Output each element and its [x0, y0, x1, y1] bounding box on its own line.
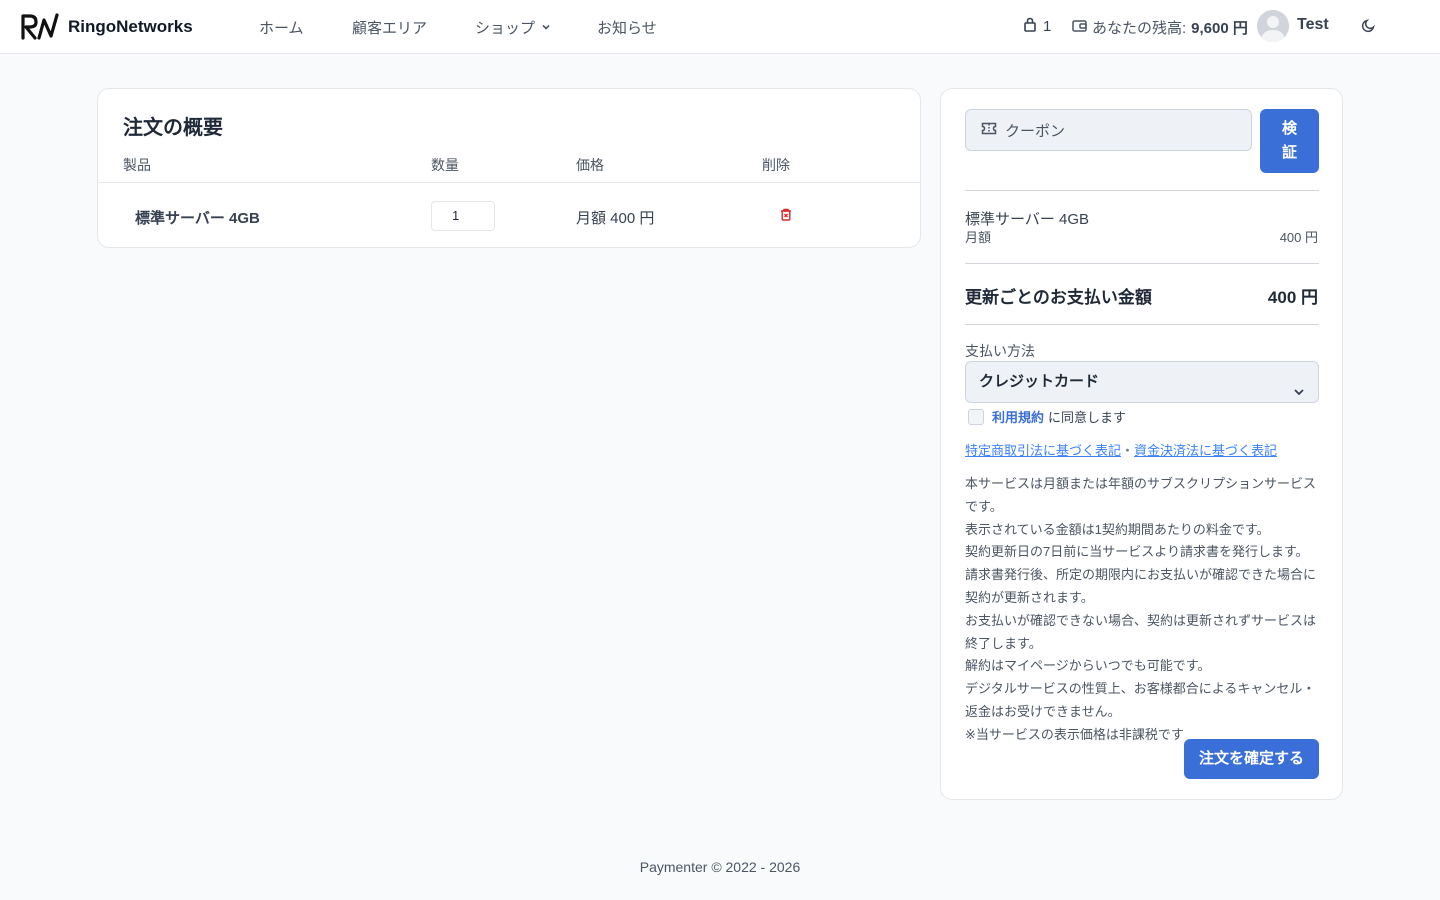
link-separator: ・: [1121, 443, 1135, 458]
order-summary-title: 注文の概要: [123, 117, 223, 139]
balance-value: 9,600 円: [1191, 20, 1248, 37]
header-divider: [98, 182, 920, 183]
payment-method-label: 支払い方法: [965, 343, 1035, 359]
quantity-input[interactable]: 1: [431, 201, 495, 231]
summary-product-name: 標準サーバー 4GB: [965, 211, 1090, 228]
policy-line: お支払いが確認できない場合、契約は更新されずサービスは終了します。: [965, 612, 1317, 651]
cart-button[interactable]: 1: [1023, 17, 1051, 36]
summary-period: 月額: [965, 230, 992, 245]
renewal-total-value: 400 円: [1267, 288, 1318, 307]
renewal-total-label: 更新ごとのお支払い金額: [965, 288, 1152, 307]
terms-checkbox[interactable]: [968, 408, 984, 425]
policy-text: 本サービスは月額または年額のサブスクリプションサービスです。 表示されている金額…: [965, 473, 1319, 747]
nav-home[interactable]: ホーム: [259, 17, 304, 38]
wallet-icon: [1072, 19, 1087, 36]
logo-icon[interactable]: [20, 12, 60, 40]
commercial-law-link[interactable]: 特定商取引法に基づく表記: [965, 443, 1121, 458]
payment-method-value: クレジットカード: [979, 373, 1100, 390]
policy-line: 本サービスは月額または年額のサブスクリプションサービスです。: [965, 476, 1317, 514]
cart-count: 1: [1043, 18, 1052, 35]
avatar-icon[interactable]: [1257, 10, 1289, 42]
policy-line: 表示されている金額は1契約期間あたりの料金です。: [965, 521, 1270, 537]
divider: [965, 263, 1319, 264]
policy-line: 契約更新日の7日前に当サービスより請求書を発行します。: [965, 544, 1309, 560]
policy-line: 解約はマイページからいつでも可能です。: [965, 658, 1211, 674]
verify-label: 検証: [1281, 120, 1297, 161]
balance-label: あなたの残高:: [1092, 20, 1187, 37]
cart-icon: [1023, 17, 1037, 36]
verify-coupon-button[interactable]: 検証: [1260, 109, 1319, 173]
divider: [965, 190, 1319, 191]
column-price: 価格: [576, 157, 604, 173]
order-summary-panel: 注文の概要 製品 数量 価格 削除 標準サーバー 4GB 1 月額 400 円: [97, 88, 921, 248]
checkout-panel: クーポン 検証 標準サーバー 4GB 月額 400 円 更新ごとのお支払い金額 …: [940, 88, 1343, 800]
product-name: 標準サーバー 4GB: [135, 210, 260, 227]
terms-text: に同意します: [1048, 410, 1127, 425]
policy-line: 請求書発行後、所定の期限内にお支払いが確認できた場合に契約が更新されます。: [965, 567, 1317, 605]
trash-icon[interactable]: [780, 208, 792, 226]
nav-news[interactable]: お知らせ: [597, 17, 657, 38]
summary-price: 400 円: [1279, 230, 1318, 245]
terms-link[interactable]: 利用規約: [992, 410, 1044, 425]
ticket-icon: [981, 122, 997, 139]
footer-text: Paymenter © 2022 - 2026: [639, 859, 801, 875]
coupon-placeholder: クーポン: [1005, 122, 1066, 140]
brand-name[interactable]: RingoNetworks: [68, 17, 193, 37]
chevron-down-icon: [541, 19, 551, 36]
terms-agreement: 利用規約 に同意します: [968, 407, 1126, 426]
chevron-down-icon: [1292, 375, 1306, 415]
product-price: 月額 400 円: [576, 210, 655, 227]
policy-line: デジタルサービスの性質上、お客様都合によるキャンセル・返金はお受けできません。: [965, 681, 1316, 719]
top-navbar: RingoNetworks ホーム 顧客エリア ショップ お知らせ 1 あなたの…: [0, 0, 1440, 54]
payment-law-link[interactable]: 資金決済法に基づく表記: [1134, 443, 1277, 458]
divider: [965, 324, 1319, 325]
confirm-order-button[interactable]: 注文を確定する: [1184, 739, 1319, 779]
coupon-input[interactable]: クーポン: [965, 109, 1252, 151]
legal-links: 特定商取引法に基づく表記・資金決済法に基づく表記: [965, 440, 1277, 459]
balance: あなたの残高: 9,600 円: [1072, 17, 1248, 38]
nav-shop-label: ショップ: [475, 20, 536, 37]
nav-client-area[interactable]: 顧客エリア: [352, 17, 427, 38]
column-quantity: 数量: [431, 157, 459, 173]
column-product: 製品: [123, 157, 151, 173]
moon-icon[interactable]: [1361, 17, 1377, 38]
column-remove: 削除: [762, 157, 790, 173]
user-name[interactable]: Test: [1297, 16, 1329, 34]
nav-shop[interactable]: ショップ: [475, 17, 551, 38]
payment-method-select[interactable]: クレジットカード: [965, 361, 1319, 403]
